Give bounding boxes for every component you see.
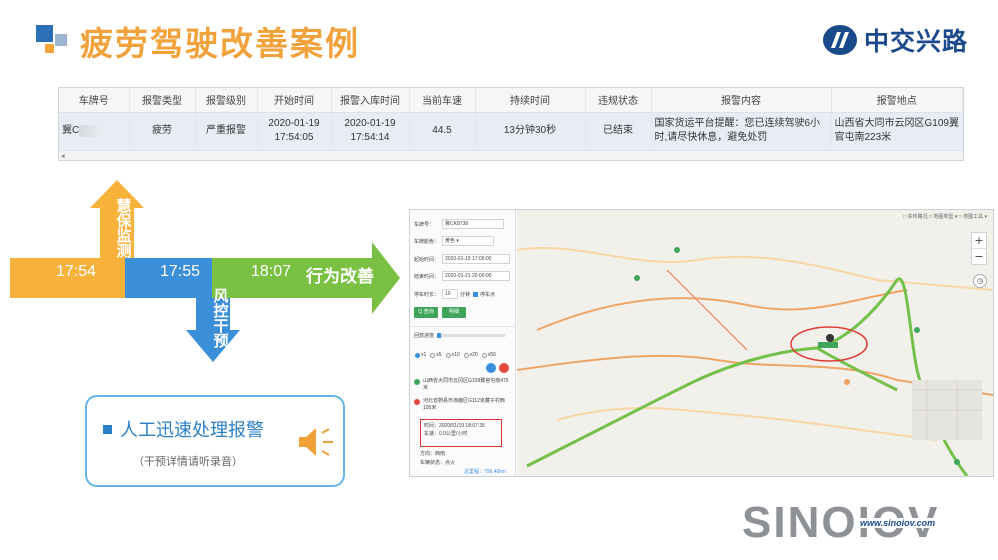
playback-speed-options: x1 x5 x10 x20 x50 <box>415 352 496 358</box>
progress-slider[interactable] <box>437 333 506 338</box>
plate-input[interactable]: 冀CK8738 <box>442 219 504 229</box>
cell-speed: 44.5 <box>409 112 476 150</box>
col-header[interactable]: 报警入库时间 <box>331 88 410 113</box>
bullet-icon <box>103 424 112 434</box>
map-canvas[interactable]: □ 实时路况 □ 地图类型 ▾ □ 地图工具 ▾ + − ◷ <box>517 210 993 476</box>
control-label: 风控干预 <box>213 287 229 350</box>
cell-type: 疲劳 <box>129 112 196 150</box>
speed-option[interactable]: x1 <box>415 352 426 358</box>
cell-status: 已结束 <box>585 112 652 150</box>
detail-button[interactable]: 明细 <box>442 307 466 318</box>
compass-icon[interactable]: ◷ <box>973 274 987 288</box>
table-scrollbar[interactable]: ◂ <box>59 150 963 160</box>
direction-text: 方向：西南 <box>420 451 446 457</box>
cell-level: 严重报警 <box>195 112 258 150</box>
stop-duration-input[interactable]: 10 <box>442 289 458 299</box>
col-header[interactable]: 车牌号 <box>59 88 130 113</box>
search-button[interactable]: Q 查询 <box>414 307 438 318</box>
col-header[interactable]: 报警级别 <box>195 88 258 113</box>
zoom-control: + − <box>971 232 987 265</box>
time-monitor: 17:54 <box>56 263 97 280</box>
color-row: 车牌颜色： 黄色 ▾ <box>414 236 494 246</box>
sinoiov-url: www.sinoiov.com <box>858 518 938 528</box>
cell-content: 国家货运平台提醒：您已连续驾驶6小时,请尽快休息，避免处罚 <box>651 112 832 150</box>
vehicle-status-text: 车辆状态：点火 <box>420 460 456 466</box>
speaker-icon[interactable] <box>297 425 337 459</box>
table-header-row: 车牌号 报警类型 报警级别 开始时间 报警入库时间 当前车速 持续时间 违规状态… <box>59 88 963 113</box>
brand: 中交兴路 <box>822 22 968 58</box>
plate-row: 车牌号： 冀CK8738 <box>414 219 504 229</box>
speed-option[interactable]: x5 <box>430 352 442 358</box>
behavior-label: 行为改善 <box>306 267 374 286</box>
brand-name: 中交兴路 <box>863 27 968 56</box>
col-header[interactable]: 报警类型 <box>129 88 196 113</box>
event-detail-highlight: 时间：2020/01/19 18:07:35 车速：0.0公里/小时 <box>420 419 502 447</box>
col-header[interactable]: 违规状态 <box>585 88 652 113</box>
event-item[interactable]: 河北省蔚县市涿鹿区G112京藏子村西105米 <box>414 398 512 412</box>
speed-option[interactable]: x20 <box>463 352 478 358</box>
manual-note: （干预详情请听录音） <box>133 455 243 468</box>
col-header[interactable]: 开始时间 <box>257 88 332 113</box>
progress-row: 回放进度 <box>414 332 506 339</box>
scroll-left-icon[interactable]: ◂ <box>61 153 65 160</box>
page-title: 疲劳驾驶改善案例 <box>80 24 360 63</box>
manual-title: 人工迅速处理报警 <box>103 416 264 442</box>
stop-point-checkbox[interactable] <box>473 291 479 297</box>
col-header[interactable]: 持续时间 <box>475 88 586 113</box>
col-header[interactable]: 报警地点 <box>831 88 963 113</box>
cell-duration: 13分钟30秒 <box>475 112 586 150</box>
speed-option[interactable]: x50 <box>481 352 496 358</box>
end-row: 结束时间： 2020-01-21 20:00:00 <box>414 271 510 281</box>
time-control: 17:55 <box>160 263 201 280</box>
manual-process-box: 人工迅速处理报警 （干预详情请听录音） <box>85 395 345 487</box>
event-item[interactable]: 山西省大同市云冈区G109翼官屯南475米 <box>414 378 512 392</box>
track-sidebar: 车牌号： 冀CK8738 车牌颜色： 黄色 ▾ 起始时间： 2020-01-19… <box>410 210 516 476</box>
stop-icon[interactable] <box>499 363 509 373</box>
speed-option[interactable]: x10 <box>445 352 460 358</box>
total-mileage: 总里程：799.40km <box>464 469 506 475</box>
cell-store-time: 2020-01-19 17:54:14 <box>331 112 410 150</box>
zhongjiao-logo-icon <box>822 25 857 55</box>
start-row: 起始时间： 2020-01-19 17:00:00 <box>414 254 510 264</box>
play-icon[interactable] <box>486 363 496 373</box>
color-select[interactable]: 黄色 ▾ <box>442 236 494 246</box>
col-header[interactable]: 报警内容 <box>651 88 832 113</box>
time-behavior: 18:07 <box>251 263 292 280</box>
map-toolbar[interactable]: □ 实时路况 □ 地图类型 ▾ □ 地图工具 ▾ <box>903 213 987 220</box>
map-panel: 车牌号： 冀CK8738 车牌颜色： 黄色 ▾ 起始时间： 2020-01-19… <box>409 209 994 477</box>
cell-plate: 冀C <box>59 112 130 150</box>
col-header[interactable]: 当前车速 <box>409 88 476 113</box>
monitor-label: 慧保监测 <box>116 197 132 260</box>
plate-blur <box>79 124 106 137</box>
alarm-table: 车牌号 报警类型 报警级别 开始时间 报警入库时间 当前车速 持续时间 违规状态… <box>58 87 964 161</box>
title-mark-icon <box>36 25 67 53</box>
end-time-input[interactable]: 2020-01-21 20:00:00 <box>442 271 510 281</box>
map-roads <box>517 210 993 476</box>
table-row[interactable]: 冀C 疲劳 严重报警 2020-01-19 17:54:05 2020-01-19… <box>59 112 963 150</box>
cell-location: 山西省大同市云冈区G109翼官屯南223米 <box>831 112 963 150</box>
cell-start-time: 2020-01-19 17:54:05 <box>257 112 332 150</box>
zoom-in-button[interactable]: + <box>972 233 986 248</box>
stop-row: 停车时长： 10 分钟 停车点 <box>414 289 496 299</box>
start-time-input[interactable]: 2020-01-19 17:00:00 <box>442 254 510 264</box>
zoom-out-button[interactable]: − <box>972 248 986 264</box>
